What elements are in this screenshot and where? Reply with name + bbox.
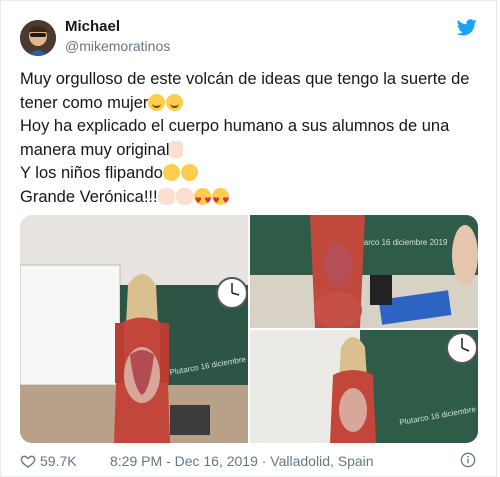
- twitter-bird-icon[interactable]: [457, 19, 477, 36]
- like-count[interactable]: 59.7K: [40, 453, 77, 469]
- tweet-media[interactable]: Plutarco 16 diciembre Plutarco 16 diciem…: [20, 215, 478, 443]
- tweet-line: Y los niños flipando: [20, 162, 480, 186]
- rofl-face-icon: [180, 164, 198, 181]
- heart-eyes-face-icon: [193, 187, 211, 212]
- heart-eyes-face-icon: [211, 187, 229, 212]
- tweet-card: Michael @mikemoratinos Muy orgulloso de …: [0, 0, 497, 477]
- svg-text:Plutarco 16 diciembre 2019: Plutarco 16 diciembre 2019: [350, 238, 448, 247]
- author-name[interactable]: Michael: [65, 18, 120, 35]
- smiling-face-icon: [166, 93, 184, 111]
- tweet-text: Muy orgulloso de este volcán de ideas qu…: [20, 68, 480, 212]
- smiling-face-icon: [148, 93, 166, 111]
- photo-top-right[interactable]: Plutarco 16 diciembre 2019: [250, 215, 478, 328]
- thumbs-up-icon: [169, 140, 184, 158]
- author-handle[interactable]: @mikemoratinos: [65, 38, 170, 54]
- heart-icon[interactable]: [20, 453, 36, 469]
- info-icon[interactable]: [460, 452, 476, 468]
- tweet-footer: 59.7K 8:29 PM - Dec 16, 2019 · Valladoli…: [20, 451, 480, 471]
- tweet-line: tener como mujer: [20, 92, 480, 116]
- tweet-line: Grande Verónica!!!: [20, 186, 480, 212]
- photo-left[interactable]: Plutarco 16 diciembre: [20, 215, 248, 443]
- rofl-face-icon: [162, 164, 180, 181]
- photo-bottom-right[interactable]: Plutarco 16 diciembre: [250, 330, 478, 443]
- tweet-line: Hoy ha explicado el cuerpo humano a sus …: [20, 117, 450, 135]
- clapping-hands-icon: [175, 187, 193, 205]
- tweet-timestamp-location[interactable]: 8:29 PM - Dec 16, 2019 · Valladolid, Spa…: [110, 453, 374, 469]
- clapping-hands-icon: [157, 187, 175, 205]
- avatar[interactable]: [20, 20, 56, 56]
- tweet-line: manera muy original: [20, 139, 480, 163]
- tweet-line: Muy orgulloso de este volcán de ideas qu…: [20, 70, 470, 88]
